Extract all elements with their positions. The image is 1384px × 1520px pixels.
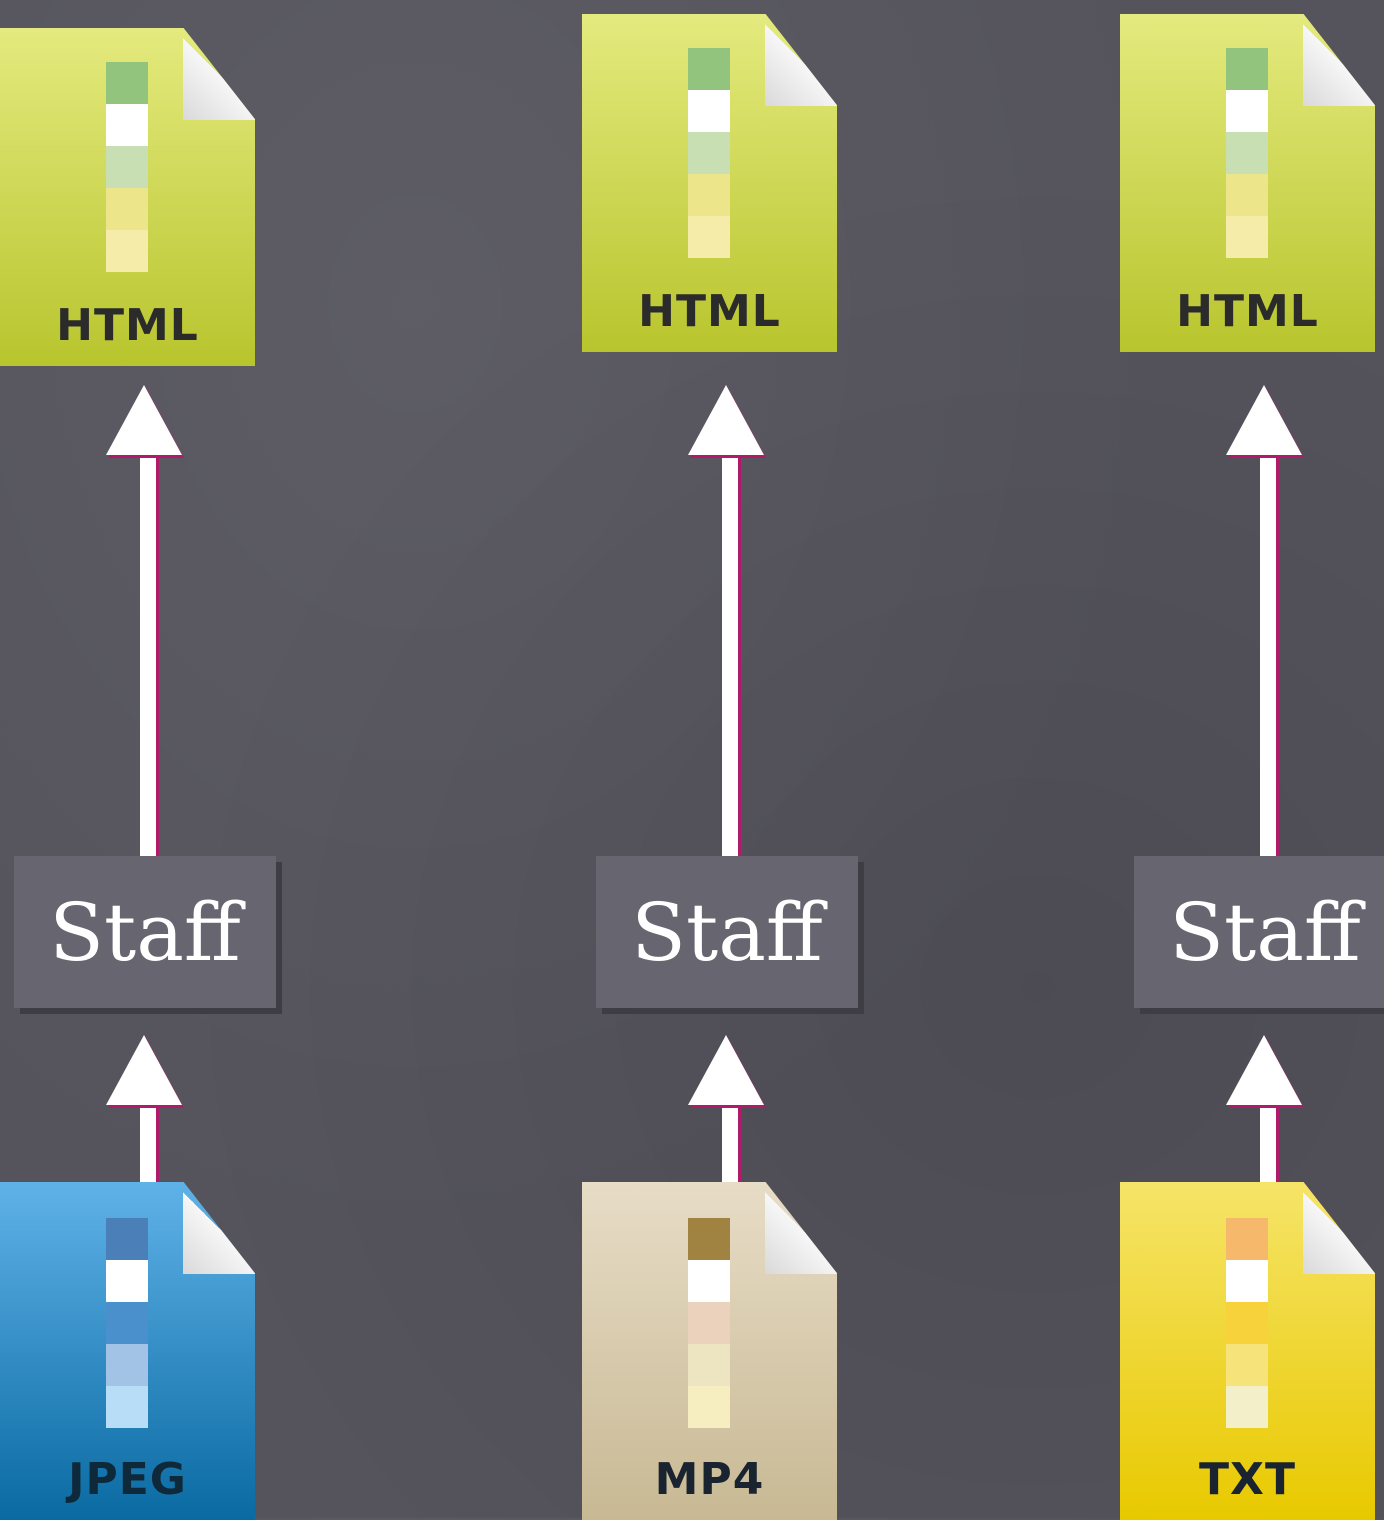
color-strip-cell bbox=[1226, 1260, 1268, 1302]
color-strip-cell bbox=[106, 146, 148, 188]
color-strip-cell bbox=[688, 1302, 730, 1344]
color-strip-cell bbox=[106, 104, 148, 146]
page-fold-icon bbox=[765, 1182, 837, 1274]
color-strip-cell bbox=[106, 1260, 148, 1302]
color-strip-cell bbox=[1226, 174, 1268, 216]
file-type-label: HTML bbox=[638, 286, 781, 337]
color-strip-cell bbox=[106, 1218, 148, 1260]
color-strip-cell bbox=[688, 1260, 730, 1302]
color-strip-cell bbox=[1226, 216, 1268, 258]
mp4-file-icon: MP4 bbox=[582, 1182, 837, 1520]
flow-column-1: HTML Staff JPEG bbox=[0, 0, 300, 1520]
file-type-label: JPEG bbox=[68, 1454, 187, 1505]
staff-process-box: Staff bbox=[14, 856, 276, 1008]
color-strip-cell bbox=[106, 188, 148, 230]
color-strip-cell bbox=[688, 216, 730, 258]
color-strip-cell bbox=[1226, 1386, 1268, 1428]
page-fold-icon bbox=[183, 28, 255, 120]
page-fold-icon bbox=[1303, 14, 1375, 106]
html-file-icon: HTML bbox=[0, 28, 255, 366]
arrow-up-icon bbox=[688, 1035, 772, 1185]
file-type-label: TXT bbox=[1199, 1454, 1296, 1505]
staff-process-box: Staff bbox=[596, 856, 858, 1008]
flow-column-3: HTML Staff TXT bbox=[1120, 0, 1384, 1520]
color-strip-cell bbox=[1226, 90, 1268, 132]
color-strip-cell bbox=[688, 48, 730, 90]
color-strip-cell bbox=[1226, 1344, 1268, 1386]
color-strip-cell bbox=[1226, 1302, 1268, 1344]
color-strip-cell bbox=[1226, 132, 1268, 174]
color-strip-cell bbox=[1226, 48, 1268, 90]
color-strip-cell bbox=[688, 174, 730, 216]
color-strip bbox=[106, 1218, 148, 1428]
staff-process-box: Staff bbox=[1134, 856, 1384, 1008]
page-fold-icon bbox=[183, 1182, 255, 1274]
color-strip-cell bbox=[688, 132, 730, 174]
color-strip bbox=[688, 48, 730, 258]
arrow-up-icon bbox=[1226, 385, 1310, 857]
color-strip bbox=[106, 62, 148, 272]
arrow-up-icon bbox=[1226, 1035, 1310, 1185]
arrow-up-icon bbox=[106, 385, 190, 857]
color-strip bbox=[1226, 1218, 1268, 1428]
color-strip-cell bbox=[1226, 1218, 1268, 1260]
color-strip-cell bbox=[106, 230, 148, 272]
arrow-up-icon bbox=[688, 385, 772, 857]
html-file-icon: HTML bbox=[1120, 14, 1375, 352]
page-fold-icon bbox=[1303, 1182, 1375, 1274]
page-fold-icon bbox=[765, 14, 837, 106]
txt-file-icon: TXT bbox=[1120, 1182, 1375, 1520]
color-strip-cell bbox=[688, 90, 730, 132]
jpeg-file-icon: JPEG bbox=[0, 1182, 255, 1520]
color-strip-cell bbox=[106, 1386, 148, 1428]
color-strip-cell bbox=[688, 1344, 730, 1386]
color-strip-cell bbox=[106, 1302, 148, 1344]
color-strip-cell bbox=[688, 1386, 730, 1428]
file-type-label: MP4 bbox=[654, 1454, 765, 1505]
html-file-icon: HTML bbox=[582, 14, 837, 352]
file-type-label: HTML bbox=[56, 300, 199, 351]
color-strip-cell bbox=[106, 62, 148, 104]
color-strip bbox=[1226, 48, 1268, 258]
color-strip bbox=[688, 1218, 730, 1428]
arrow-up-icon bbox=[106, 1035, 190, 1185]
color-strip-cell bbox=[106, 1344, 148, 1386]
color-strip-cell bbox=[688, 1218, 730, 1260]
file-type-label: HTML bbox=[1176, 286, 1319, 337]
flow-column-2: HTML Staff MP4 bbox=[582, 0, 882, 1520]
